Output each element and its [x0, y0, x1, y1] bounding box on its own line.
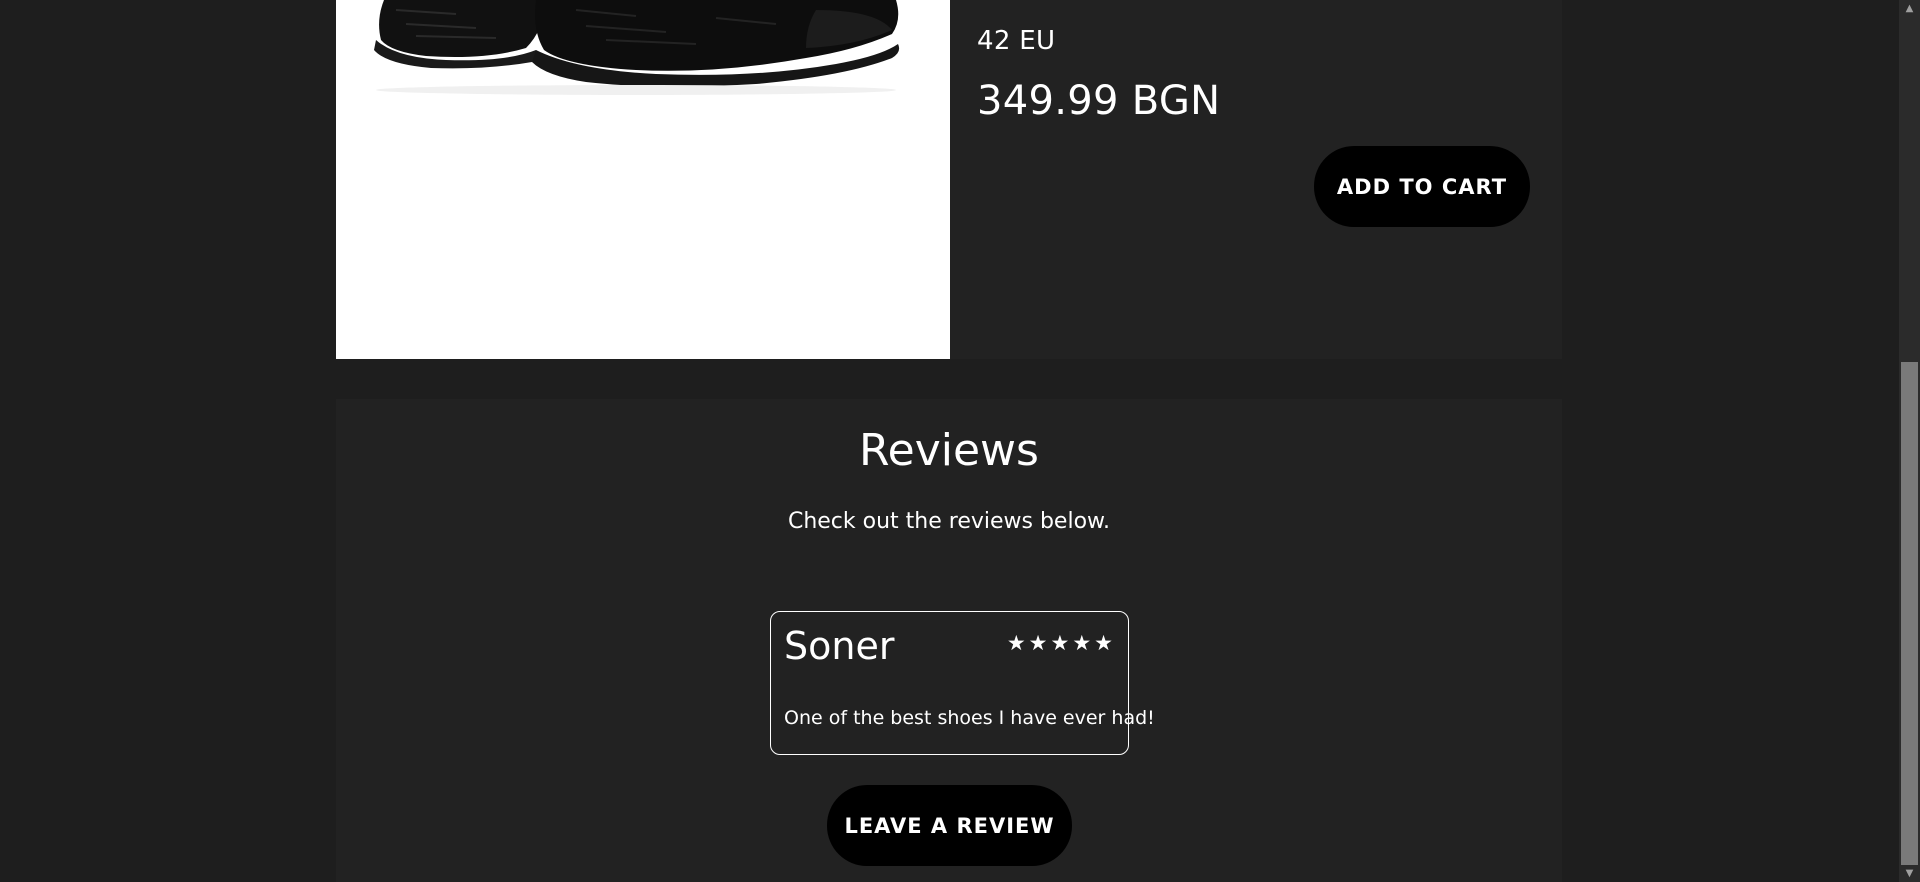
product-image	[336, 0, 950, 359]
scroll-down-arrow-icon[interactable]: ▼	[1899, 865, 1920, 882]
product-page: 42 EU 349.99 BGN ADD TO CART Reviews Che…	[0, 0, 1920, 882]
review-card: Soner ★★★★★ One of the best shoes I have…	[770, 611, 1155, 755]
product-price: 349.99 BGN	[977, 78, 1221, 124]
leave-review-button[interactable]: LEAVE A REVIEW	[827, 785, 1072, 866]
reviews-section: Reviews Check out the reviews below. Son…	[336, 399, 1562, 882]
shoe-image	[374, 0, 900, 95]
product-size: 42 EU	[977, 26, 1056, 56]
scroll-up-arrow-icon[interactable]: ▲	[1899, 0, 1920, 17]
scrollbar-thumb[interactable]	[1901, 362, 1918, 865]
reviews-subtitle: Check out the reviews below.	[787, 509, 1111, 534]
star-rating: ★★★★★	[1006, 631, 1116, 655]
reviewer-name: Soner	[784, 624, 895, 668]
add-to-cart-button[interactable]: ADD TO CART	[1314, 146, 1530, 227]
product-section: 42 EU 349.99 BGN ADD TO CART	[336, 0, 1562, 359]
reviews-title: Reviews	[859, 425, 1039, 476]
review-text: One of the best shoes I have ever had!	[784, 707, 1155, 729]
vertical-scrollbar[interactable]: ▲ ▼	[1899, 0, 1920, 882]
